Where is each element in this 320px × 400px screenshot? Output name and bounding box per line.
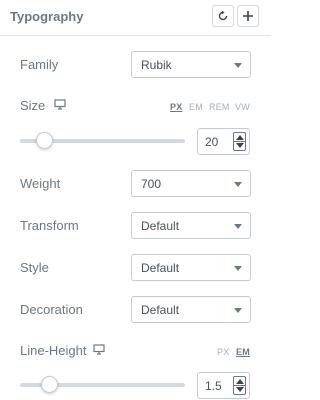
size-unit-px[interactable]: PX: [170, 102, 182, 112]
add-button[interactable]: [237, 5, 259, 27]
size-label: Size: [20, 98, 46, 113]
desktop-monitor-icon[interactable]: [54, 99, 66, 110]
chevron-down-icon: [234, 63, 242, 68]
family-value: Rubik: [141, 58, 172, 72]
size-stepper[interactable]: [233, 132, 246, 151]
reset-button[interactable]: [212, 5, 234, 27]
desktop-monitor-icon[interactable]: [93, 344, 105, 355]
style-label: Style: [20, 260, 49, 275]
size-number-input[interactable]: 20: [197, 128, 250, 155]
decoration-value: Default: [141, 303, 180, 317]
stepper-up-icon[interactable]: [236, 135, 244, 140]
weight-label: Weight: [20, 176, 61, 191]
chevron-down-icon: [234, 266, 242, 271]
size-unit-vw[interactable]: VW: [235, 102, 250, 112]
weight-select[interactable]: 700: [131, 170, 251, 197]
style-select[interactable]: Default: [131, 254, 251, 281]
weight-value: 700: [141, 177, 162, 191]
stepper-down-icon[interactable]: [236, 387, 244, 392]
decoration-select[interactable]: Default: [131, 296, 251, 323]
line-height-unit-em[interactable]: EM: [236, 347, 250, 357]
line-height-number-input[interactable]: 1.5: [197, 372, 250, 399]
line-height-unit-switcher: PX EM: [217, 347, 253, 359]
decoration-label: Decoration: [20, 302, 83, 317]
chevron-down-icon: [234, 224, 242, 229]
size-slider-handle[interactable]: [36, 132, 53, 149]
reset-icon: [218, 10, 228, 21]
size-unit-switcher: PX EM REM VW: [170, 102, 252, 114]
family-label: Family: [20, 57, 59, 72]
size-unit-em[interactable]: EM: [189, 102, 203, 112]
line-height-label: Line-Height: [20, 343, 87, 358]
plus-icon: [243, 11, 253, 21]
transform-value: Default: [141, 219, 180, 233]
stepper-up-icon[interactable]: [236, 379, 244, 384]
line-height-stepper[interactable]: [233, 376, 246, 395]
transform-label: Transform: [20, 218, 79, 233]
chevron-down-icon: [234, 308, 242, 313]
size-value: 20: [205, 135, 219, 149]
family-select[interactable]: Rubik: [131, 51, 251, 78]
stepper-down-icon[interactable]: [236, 143, 244, 148]
line-height-slider-handle[interactable]: [40, 376, 58, 393]
line-height-value: 1.5: [205, 379, 222, 393]
transform-select[interactable]: Default: [131, 212, 251, 239]
chevron-down-icon: [234, 182, 242, 187]
style-value: Default: [141, 261, 180, 275]
size-unit-rem[interactable]: REM: [209, 102, 230, 112]
line-height-unit-px[interactable]: PX: [217, 347, 229, 357]
panel-header: Typography: [0, 0, 271, 36]
panel-title: Typography: [10, 9, 84, 24]
